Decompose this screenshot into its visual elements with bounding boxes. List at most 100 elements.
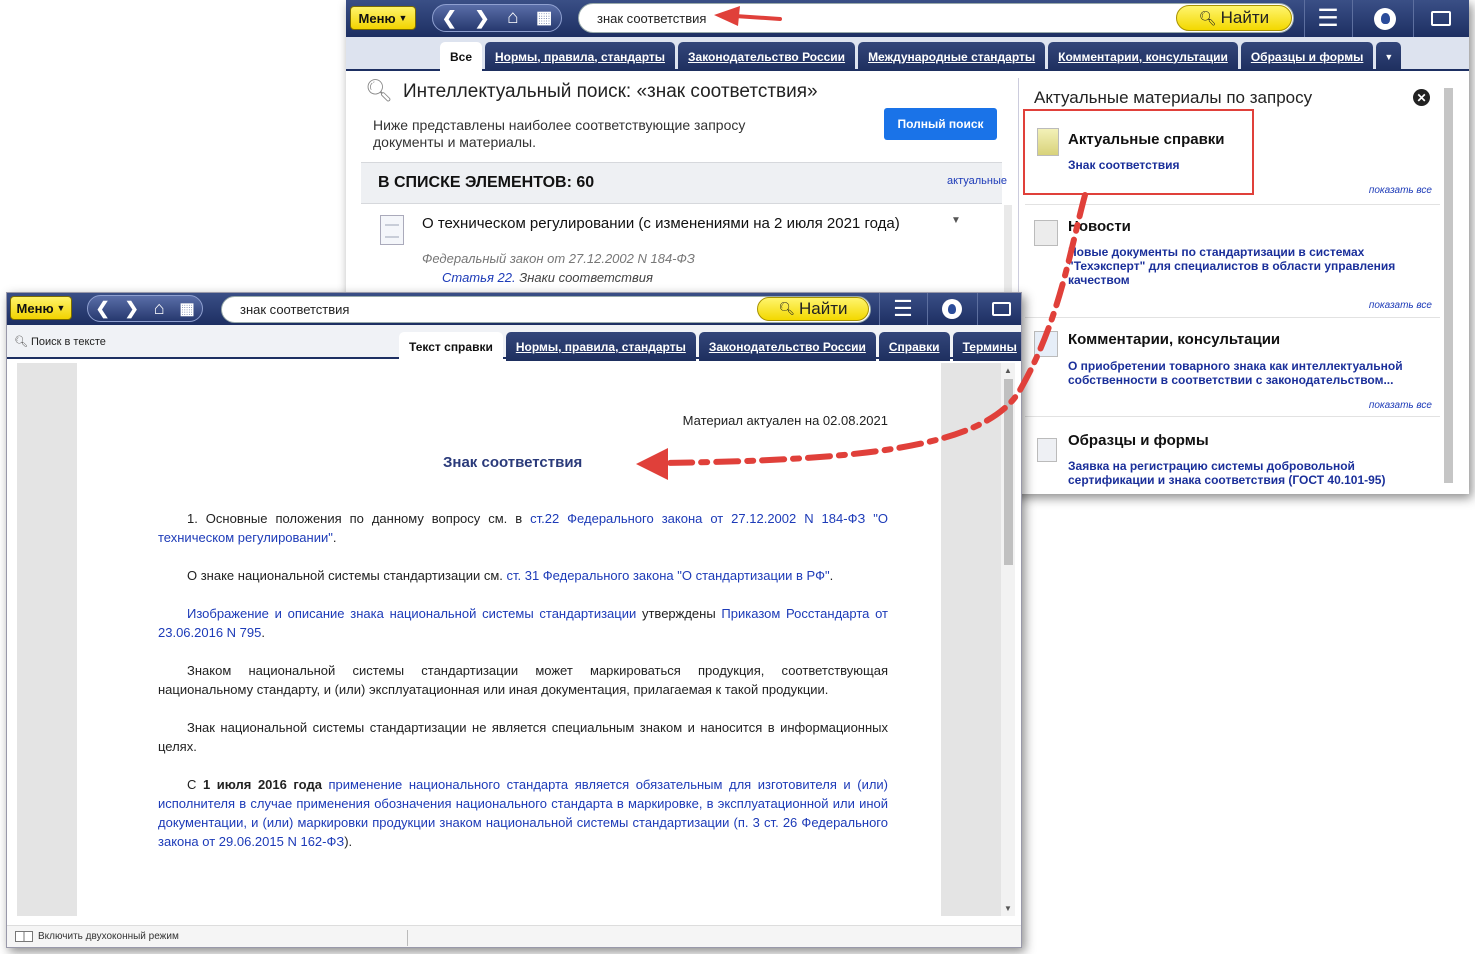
paragraph-bold: 1 июля 2016 года xyxy=(202,777,322,792)
scroll-up-icon[interactable]: ▲ xyxy=(1004,366,1012,375)
dual-mode-label: Включить двухоконный режим xyxy=(38,931,179,942)
show-all-link[interactable]: показать все xyxy=(1369,300,1432,311)
menu-label: Меню xyxy=(16,300,54,316)
grid-icon[interactable]: ▦ xyxy=(179,299,194,319)
doc-scrollbar-track[interactable]: ▲ ▼ xyxy=(1001,363,1015,916)
section-link[interactable]: О приобретении товарного знака как интел… xyxy=(1068,359,1438,387)
search-in-text-button[interactable]: 🔍︎ Поиск в тексте xyxy=(14,335,106,349)
search-input-value: знак соответствия xyxy=(597,10,707,26)
dual-mode-toggle[interactable]: Включить двухоконный режим xyxy=(15,931,179,942)
menu-button[interactable]: Меню ▼ xyxy=(350,6,416,30)
section-divider xyxy=(1025,416,1440,417)
user-icon[interactable] xyxy=(931,293,973,325)
paragraph: О знаке национальной системы стандартиза… xyxy=(158,566,888,585)
comments-icon xyxy=(1034,331,1058,357)
paragraph: 1. Основные положения по данному вопросу… xyxy=(158,509,888,547)
back-arrow-icon[interactable]: ❮ xyxy=(95,299,109,319)
section-link[interactable]: Заявка на регистрацию системы добровольн… xyxy=(1068,459,1438,487)
doc-scrollbar-thumb[interactable] xyxy=(1004,379,1013,565)
tab-norms[interactable]: Нормы, правила, стандарты xyxy=(505,332,696,361)
search-input-value: знак соответствия xyxy=(240,302,350,317)
feedback-icon[interactable] xyxy=(1418,0,1464,37)
main-toolbar: Меню ▼ ❮ ❯ ⌂ ▦ знак соответствия 🔍︎ Найт… xyxy=(346,0,1469,37)
back-tabs: Все Нормы, правила, стандарты Законодате… xyxy=(440,42,1402,71)
menu-button[interactable]: Меню ▼ xyxy=(10,296,72,320)
toolbar-divider xyxy=(879,293,880,325)
doc-tabs: Текст справки Нормы, правила, стандарты … xyxy=(399,332,1021,361)
document-title: Знак соответствия xyxy=(443,454,583,471)
tab-samples[interactable]: Образцы и формы xyxy=(1240,42,1374,71)
user-icon-circle xyxy=(942,299,962,319)
document-page: Материал актуален на 02.08.2021 Знак соо… xyxy=(77,363,941,916)
tab-reference-text[interactable]: Текст справки xyxy=(399,332,503,361)
back-arrow-icon[interactable]: ❮ xyxy=(442,8,457,29)
forward-arrow-icon[interactable]: ❯ xyxy=(125,299,139,319)
tabs-more-button[interactable]: ▼ xyxy=(1376,42,1402,71)
show-all-link[interactable]: показать все xyxy=(1369,400,1432,411)
document-area: Материал актуален на 02.08.2021 Знак соо… xyxy=(17,363,1015,916)
dual-window-icon xyxy=(15,931,33,942)
doc-toolbar: Меню ▼ ❮ ❯ ⌂ ▦ знак соответствия 🔍︎ Найт… xyxy=(7,293,1021,325)
find-button[interactable]: 🔍︎ Найти xyxy=(1176,5,1292,31)
feedback-icon-box xyxy=(1431,11,1451,26)
search-header-title: Интеллектуальный поиск: «знак соответств… xyxy=(403,81,818,102)
tab-international-standards[interactable]: Международные стандарты xyxy=(858,42,1046,71)
user-icon[interactable] xyxy=(1360,0,1410,37)
paragraph-text: . xyxy=(261,625,265,640)
paragraph: Знаком национальной системы стандартизац… xyxy=(158,663,888,697)
scroll-down-icon[interactable]: ▼ xyxy=(1004,904,1012,913)
feedback-icon-box xyxy=(991,302,1011,316)
tab-references[interactable]: Справки xyxy=(878,332,950,361)
standardization-law-link[interactable]: ст. 31 Федерального закона "О стандартиз… xyxy=(506,568,829,583)
samples-icon xyxy=(1037,438,1057,462)
toolbar-divider xyxy=(1304,0,1305,37)
grid-icon[interactable]: ▦ xyxy=(536,8,552,28)
menu-dropdown-icon: ▼ xyxy=(56,303,66,313)
section-title: Образцы и формы xyxy=(1068,432,1209,449)
feedback-icon[interactable] xyxy=(981,293,1021,325)
find-button[interactable]: 🔍︎ Найти xyxy=(757,297,869,321)
panel-close-icon[interactable]: ✕ xyxy=(1413,89,1430,106)
section-link[interactable]: Новые документы по стандартизации в сист… xyxy=(1068,245,1438,287)
tab-norms[interactable]: Нормы, правила, стандарты xyxy=(485,42,676,71)
tab-legislation[interactable]: Законодательство России xyxy=(698,332,876,361)
paragraph-text: . xyxy=(829,568,834,583)
result-article-text: Знаки соответствия xyxy=(519,270,653,285)
navigation-group: ❮ ❯ ⌂ ▦ xyxy=(432,4,562,32)
toolbar-divider xyxy=(1413,0,1414,37)
chevron-down-icon: ▼ xyxy=(1384,51,1394,62)
paragraph: Изображение и описание знака национально… xyxy=(158,604,888,642)
result-expand-icon[interactable]: ▼ xyxy=(951,215,961,226)
search-header-description: Ниже представлены наиболее соответствующ… xyxy=(373,117,746,150)
sort-link[interactable]: актуальные xyxy=(947,175,1007,187)
document-icon xyxy=(380,215,404,245)
search-in-text-label: Поиск в тексте xyxy=(30,335,106,348)
result-subtitle: Федеральный закон от 27.12.2002 N 184-ФЗ xyxy=(422,251,695,266)
hamburger-icon[interactable]: ☰ xyxy=(883,293,923,325)
tab-legislation[interactable]: Законодательство России xyxy=(678,42,856,71)
panel-scrollbar-thumb[interactable] xyxy=(1444,88,1453,483)
paragraph-text: утверждены xyxy=(636,606,722,621)
relevant-materials-panel: Актуальные материалы по запросу ✕ Актуал… xyxy=(1018,78,1465,494)
user-icon-head xyxy=(1380,13,1390,24)
tab-all[interactable]: Все xyxy=(440,42,483,71)
magnifier-icon: 🔍︎ xyxy=(778,301,795,316)
user-icon-circle xyxy=(1374,7,1396,30)
sign-description-link[interactable]: Изображение и описание знака национально… xyxy=(187,606,636,621)
tab-terms[interactable]: Термины xyxy=(952,332,1021,361)
tab-comments[interactable]: Комментарии, консультации xyxy=(1048,42,1238,71)
result-title[interactable]: О техническом регулировании (с изменения… xyxy=(422,215,902,232)
result-item[interactable]: О техническом регулировании (с изменения… xyxy=(361,205,1001,305)
show-all-link[interactable]: показать все xyxy=(1369,185,1432,196)
forward-arrow-icon[interactable]: ❯ xyxy=(474,8,489,29)
home-icon[interactable]: ⌂ xyxy=(154,298,165,319)
status-divider xyxy=(407,930,408,946)
hamburger-icon[interactable]: ☰ xyxy=(1308,0,1348,37)
result-article-link[interactable]: Статья 22. xyxy=(442,270,516,285)
section-divider xyxy=(1025,317,1440,318)
paragraph: С 1 июля 2016 года применение национальн… xyxy=(158,775,888,851)
home-icon[interactable]: ⌂ xyxy=(507,7,518,29)
full-search-button[interactable]: Полный поиск xyxy=(884,108,997,140)
document-body: 1. Основные положения по данному вопросу… xyxy=(158,509,888,870)
magnifier-icon: 🔍︎ xyxy=(1198,9,1217,26)
